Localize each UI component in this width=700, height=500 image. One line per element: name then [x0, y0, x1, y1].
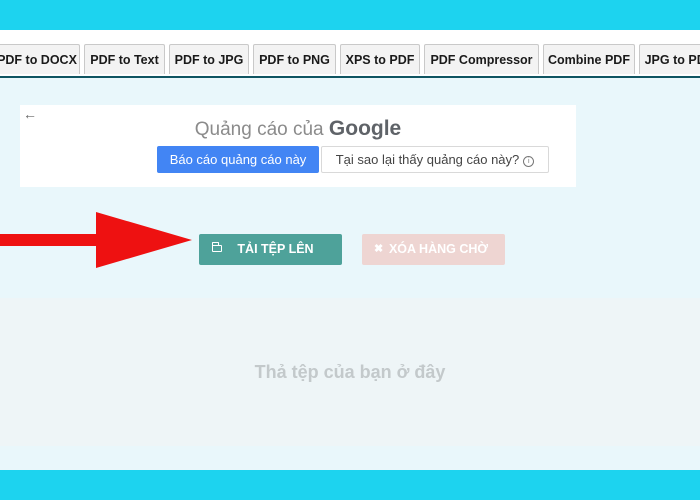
- bottom-frame-bar: [0, 470, 700, 500]
- workspace: ← Quảng cáo của Google Báo cáo quảng cáo…: [0, 78, 700, 470]
- why-this-ad-button[interactable]: Tại sao lại thấy quảng cáo này? i: [321, 146, 549, 173]
- tab-jpg-to-pdf[interactable]: JPG to PDF: [639, 44, 700, 74]
- tab-pdf-to-png[interactable]: PDF to PNG: [253, 44, 336, 74]
- tab-xps-to-pdf[interactable]: XPS to PDF: [340, 44, 420, 74]
- top-frame-bar: [0, 0, 700, 30]
- clear-button-label: XÓA HÀNG CHỜ: [388, 242, 489, 256]
- drop-zone-text: Thả tệp của bạn ở đây: [254, 362, 446, 382]
- google-logo: Google: [328, 117, 402, 140]
- tab-pdf-to-docx[interactable]: PDF to DOCX: [0, 44, 80, 74]
- tab-pdf-to-text[interactable]: PDF to Text: [84, 44, 165, 74]
- clear-queue-button[interactable]: ✖ XÓA HÀNG CHỜ: [362, 234, 505, 265]
- upload-button-label: TẢI TỆP LÊN: [237, 242, 314, 256]
- tab-combine-pdf[interactable]: Combine PDF: [543, 44, 635, 74]
- ad-title-prefix: Quảng cáo của: [194, 119, 324, 140]
- report-ad-button[interactable]: Báo cáo quảng cáo này: [157, 146, 319, 173]
- info-icon: i: [523, 156, 535, 167]
- tab-pdf-compressor[interactable]: PDF Compressor: [424, 44, 539, 74]
- close-icon: ✖: [374, 243, 384, 255]
- file-drop-zone[interactable]: Thả tệp của bạn ở đây: [0, 298, 700, 446]
- tool-tabs: PDF to DOCX PDF to Text PDF to JPG PDF t…: [0, 44, 700, 78]
- upload-file-button[interactable]: TẢI TỆP LÊN: [199, 234, 342, 265]
- tab-pdf-to-jpg[interactable]: PDF to JPG: [169, 44, 249, 74]
- ad-title: Quảng cáo của Google: [20, 117, 576, 141]
- red-arrow-annotation: [0, 212, 192, 268]
- page-content: PDF to DOCX PDF to Text PDF to JPG PDF t…: [0, 30, 700, 470]
- google-ad-box: ← Quảng cáo của Google Báo cáo quảng cáo…: [20, 105, 576, 187]
- folder-icon: [211, 242, 222, 252]
- why-this-ad-label: Tại sao lại thấy quảng cáo này?: [335, 152, 520, 167]
